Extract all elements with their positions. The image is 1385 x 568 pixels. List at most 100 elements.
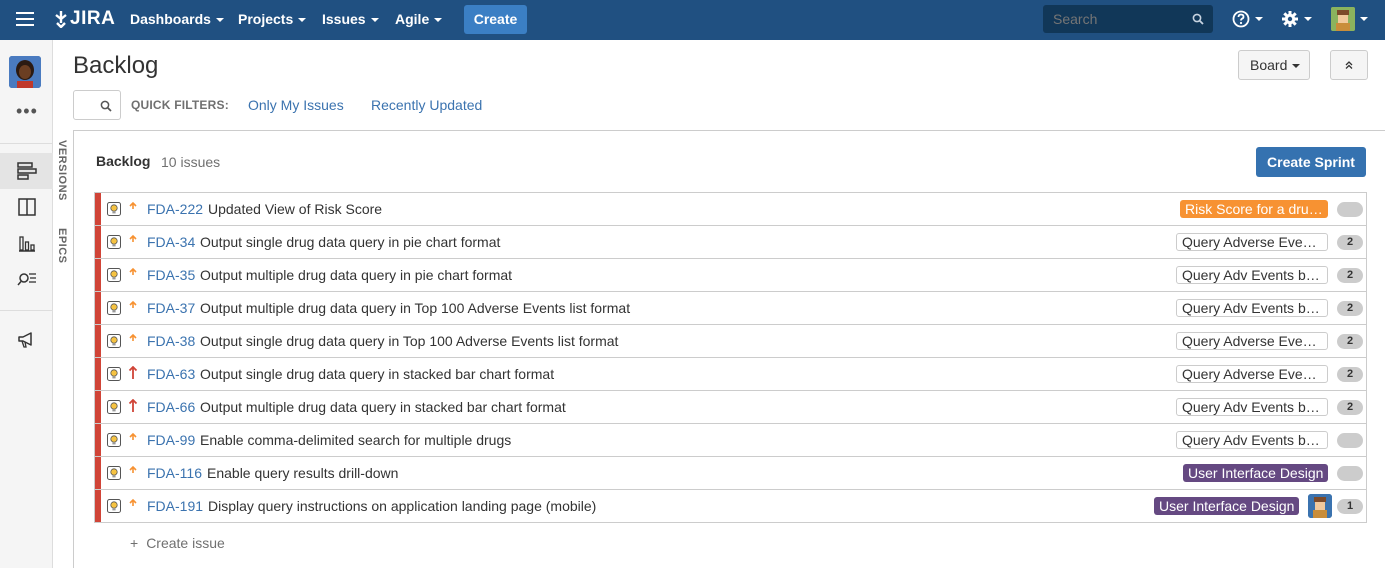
backlog-icon[interactable] [0,153,53,189]
story-points-badge [1337,466,1363,481]
issue-rank-bar[interactable] [95,226,101,258]
create-button[interactable]: Create [464,5,527,34]
epics-tab[interactable]: EPICS [56,228,68,264]
jira-logo[interactable]: JIRA [54,8,115,30]
issue-rank-bar[interactable] [95,325,101,357]
sidebar-divider [0,143,53,144]
issue-key-link[interactable]: FDA-66 [147,399,195,415]
nav-issues-label: Issues [322,11,366,27]
priority-critical-icon [128,366,138,379]
priority-major-icon [129,300,137,308]
feedback-megaphone-icon[interactable] [0,322,53,358]
story-lightbulb-icon [107,202,121,216]
issue-row[interactable]: FDA-66 Output multiple drug data query in… [95,391,1366,424]
epic-label[interactable]: Query Adv Events b… [1176,398,1328,416]
issue-key-link[interactable]: FDA-35 [147,267,195,283]
story-lightbulb-icon [107,433,121,447]
story-points-badge: 2 [1337,400,1363,415]
search-icon [100,100,112,112]
story-lightbulb-icon [107,334,121,348]
issue-key-link[interactable]: FDA-38 [147,333,195,349]
backlog-issue-count: 10 issues [161,154,221,170]
issue-rank-bar[interactable] [95,490,101,522]
issue-row[interactable]: FDA-116 Enable query results drill-down Us… [95,457,1366,490]
issue-row[interactable]: FDA-99 Enable comma-delimited search for … [95,424,1366,457]
issue-row[interactable]: FDA-37 Output multiple drug data query in… [95,292,1366,325]
epic-label[interactable]: Risk Score for a dru… [1180,200,1328,218]
top-navigation-bar: JIRA Dashboards Projects Issues Agile Cr… [0,0,1385,40]
story-lightbulb-icon [107,235,121,249]
help-icon[interactable] [1232,10,1252,30]
gear-icon[interactable] [1281,10,1301,30]
epic-label[interactable]: Query Adverse Eve… [1176,233,1328,251]
quick-filter-recently-updated[interactable]: Recently Updated [371,97,482,113]
issue-row[interactable]: FDA-222 Updated View of Risk Score Risk Sc… [95,193,1366,226]
issue-rank-bar[interactable] [95,424,101,456]
priority-major-icon [129,465,137,473]
reports-icon[interactable] [0,225,53,261]
filter-search-input[interactable] [73,90,121,120]
story-lightbulb-icon [107,367,121,381]
story-points-badge: 2 [1337,268,1363,283]
versions-tab[interactable]: VERSIONS [56,140,68,201]
sidebar-divider [0,310,53,311]
plus-icon: + [130,535,139,551]
issue-row[interactable]: FDA-35 Output multiple drug data query in… [95,259,1366,292]
nav-agile[interactable]: Agile [395,11,443,27]
issue-key-link[interactable]: FDA-63 [147,366,195,382]
nav-agile-label: Agile [395,11,430,27]
nav-dashboards[interactable]: Dashboards [130,11,224,27]
issue-row[interactable]: FDA-34 Output single drug data query in p… [95,226,1366,259]
issue-key-link[interactable]: FDA-191 [147,498,203,514]
epic-label[interactable]: Query Adv Events b… [1176,299,1328,317]
epic-label[interactable]: User Interface Design [1183,464,1329,482]
epic-label[interactable]: Query Adverse Eve… [1176,332,1328,350]
active-sprints-icon[interactable] [0,189,53,225]
nav-projects-label: Projects [238,11,294,27]
issue-summary: Enable query results drill-down [207,465,399,481]
issue-key-link[interactable]: FDA-116 [147,465,202,481]
issue-row[interactable]: FDA-38 Output single drug data query in T… [95,325,1366,358]
issue-summary: Updated View of Risk Score [208,201,383,217]
search-input[interactable] [1043,5,1213,33]
issue-key-link[interactable]: FDA-99 [147,432,195,448]
board-dropdown-button[interactable]: Board [1238,50,1310,80]
issue-key-link[interactable]: FDA-222 [147,201,203,217]
issue-row[interactable]: FDA-63 Output single drug data query in s… [95,358,1366,391]
issue-row[interactable]: FDA-191 Display query instructions on app… [95,490,1366,523]
create-sprint-button[interactable]: Create Sprint [1256,147,1366,177]
issues-search-icon[interactable] [0,261,53,297]
collapse-header-button[interactable] [1330,50,1368,80]
issue-summary: Output single drug data query in stacked… [200,366,555,382]
quick-filter-only-my-issues[interactable]: Only My Issues [248,97,344,113]
nav-issues[interactable]: Issues [322,11,379,27]
more-icon[interactable]: ••• [16,102,38,120]
story-lightbulb-icon [107,268,121,282]
issue-rank-bar[interactable] [95,358,101,390]
issue-rank-bar[interactable] [95,259,101,291]
user-avatar[interactable] [1331,7,1355,31]
issue-summary: Output multiple drug data query in stack… [200,399,566,415]
epic-label[interactable]: Query Adverse Eve… [1176,365,1328,383]
story-lightbulb-icon [107,466,121,480]
double-chevron-up-icon [1345,61,1353,69]
issue-summary: Output single drug data query in Top 100… [200,333,619,349]
quick-filters-label: QUICK FILTERS: [131,98,229,112]
chevron-down-icon [434,18,443,23]
create-issue-link[interactable]: + Create issue [130,535,225,551]
issue-rank-bar[interactable] [95,391,101,423]
project-avatar[interactable] [9,56,41,88]
search-icon[interactable] [1192,13,1204,25]
jira-logo-icon [55,11,67,28]
board-columns-icon [17,198,36,216]
app-switcher-menu-icon[interactable] [16,12,34,26]
epic-label[interactable]: Query Adv Events b… [1176,266,1328,284]
issue-rank-bar[interactable] [95,457,101,489]
epic-label[interactable]: User Interface Design [1154,497,1300,515]
epic-label[interactable]: Query Adv Events b… [1176,431,1328,449]
issue-rank-bar[interactable] [95,292,101,324]
issue-key-link[interactable]: FDA-34 [147,234,195,250]
issue-rank-bar[interactable] [95,193,101,225]
nav-projects[interactable]: Projects [238,11,307,27]
issue-key-link[interactable]: FDA-37 [147,300,195,316]
